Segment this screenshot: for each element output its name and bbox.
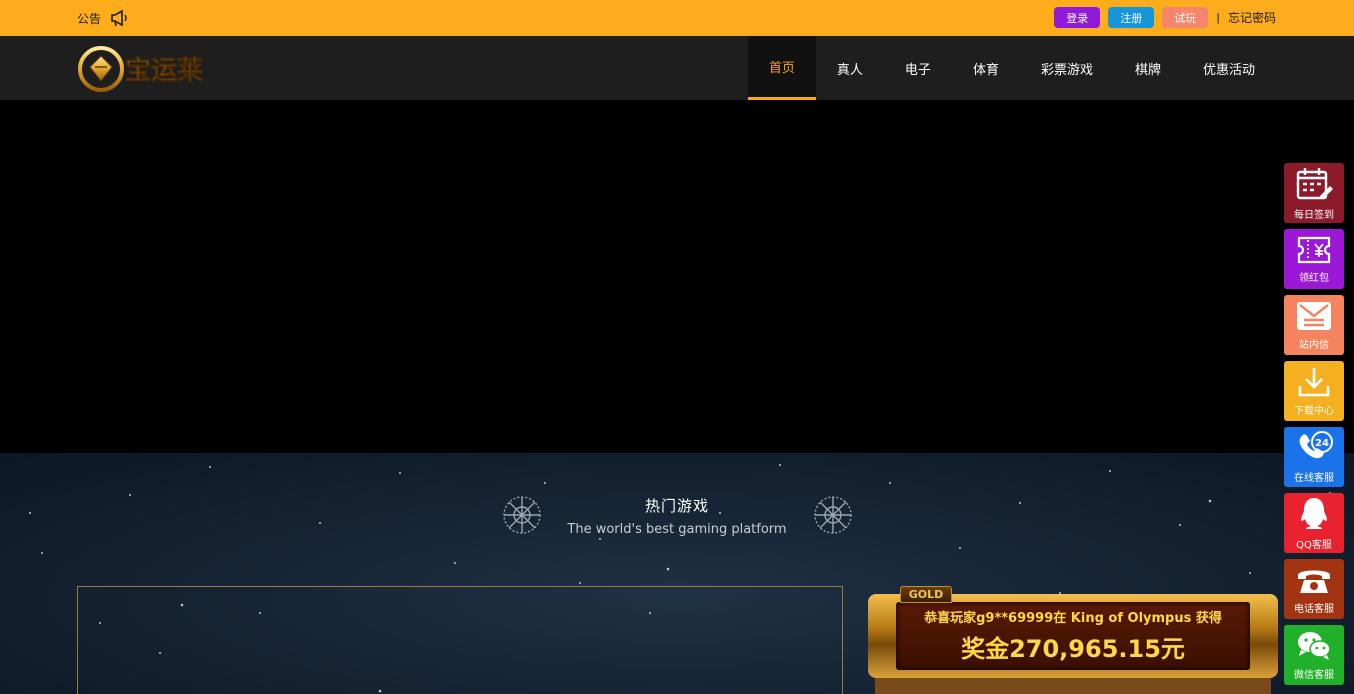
nav-item-home[interactable]: 首页 xyxy=(747,36,816,100)
hero-banner[interactable] xyxy=(0,100,1354,453)
jackpot-base xyxy=(875,678,1271,694)
megaphone-icon xyxy=(109,9,131,27)
featured-game-panel[interactable] xyxy=(77,586,843,694)
sidebar-item-online-service[interactable]: 24 在线客服 xyxy=(1284,427,1344,487)
svg-text:24: 24 xyxy=(1315,438,1329,449)
sidebar-item-label: 站内信 xyxy=(1299,339,1329,351)
sidebar-item-inbox[interactable]: 站内信 xyxy=(1284,295,1344,355)
register-button[interactable]: 注册 xyxy=(1108,7,1155,28)
logo-text: 宝运莱 xyxy=(125,55,203,86)
floating-sidebar: 每日签到 领红包 站内信 下载中心 24 在线客服 QQ客服 电话客服 微信客服 xyxy=(1284,163,1344,691)
top-bar: 公告 登录 注册 试玩 | 忘记密码 xyxy=(0,0,1354,36)
sidebar-item-label: 下载中心 xyxy=(1294,405,1334,417)
message-icon xyxy=(1297,301,1331,330)
section-title: 热门游戏 xyxy=(644,497,709,515)
section-header: 热门游戏 The world's best gaming platform xyxy=(0,495,1354,537)
nav-item-lottery[interactable]: 彩票游戏 xyxy=(1020,36,1114,100)
games-section: 热门游戏 The world's best gaming platform GO… xyxy=(0,453,1354,694)
topbar-actions: 登录 注册 试玩 | 忘记密码 xyxy=(1054,7,1276,28)
jackpot-winner-text: 恭喜玩家g9**69999在 King of Olympus 获得 xyxy=(924,611,1222,626)
sidebar-item-label: 领红包 xyxy=(1299,272,1329,284)
nav-item-cards[interactable]: 棋牌 xyxy=(1114,36,1182,100)
sidebar-item-download[interactable]: 下载中心 xyxy=(1284,361,1344,421)
calendar-icon xyxy=(1296,167,1333,199)
nav-menu: 首页 真人 电子 体育 彩票游戏 棋牌 优惠活动 xyxy=(747,36,1276,100)
nav-item-sports[interactable]: 体育 xyxy=(952,36,1020,100)
notice-label: 公告 xyxy=(77,11,102,26)
sidebar-item-label: 微信客服 xyxy=(1294,669,1334,681)
notice[interactable]: 公告 xyxy=(77,9,131,27)
nav-item-slots[interactable]: 电子 xyxy=(884,36,952,100)
trial-button[interactable]: 试玩 xyxy=(1162,7,1209,28)
main-navbar: 宝运莱 首页 真人 电子 体育 彩票游戏 棋牌 优惠活动 xyxy=(0,36,1354,100)
nav-item-promotions[interactable]: 优惠活动 xyxy=(1182,36,1276,100)
sidebar-item-label: 电话客服 xyxy=(1294,603,1334,615)
telephone-icon xyxy=(1298,570,1330,593)
sidebar-item-label: QQ客服 xyxy=(1296,539,1332,551)
section-subtitle: The world's best gaming platform xyxy=(567,522,787,537)
sidebar-item-label: 在线客服 xyxy=(1294,472,1334,484)
sidebar-item-phone[interactable]: 电话客服 xyxy=(1284,559,1344,619)
wechat-icon xyxy=(1298,631,1331,660)
sidebar-item-checkin[interactable]: 每日签到 xyxy=(1284,163,1344,223)
download-icon xyxy=(1298,367,1330,396)
forgot-password-link[interactable]: 忘记密码 xyxy=(1228,9,1276,26)
login-button[interactable]: 登录 xyxy=(1054,7,1101,28)
sidebar-item-qq[interactable]: QQ客服 xyxy=(1284,493,1344,553)
sidebar-item-label: 每日签到 xyxy=(1294,209,1334,221)
jackpot-panel: GOLD 恭喜玩家g9**69999在 King of Olympus 获得 奖… xyxy=(868,586,1278,694)
sidebar-item-red-packet[interactable]: 领红包 xyxy=(1284,229,1344,289)
qq-icon xyxy=(1301,497,1327,529)
logo[interactable]: 宝运莱 xyxy=(77,43,229,95)
divider: | xyxy=(1216,11,1220,24)
jackpot-tab: GOLD xyxy=(900,586,952,603)
nav-item-live[interactable]: 真人 xyxy=(816,36,884,100)
coupon-icon xyxy=(1297,236,1331,263)
sidebar-item-wechat[interactable]: 微信客服 xyxy=(1284,625,1344,685)
jackpot-amount: 奖金270,965.15元 xyxy=(961,635,1185,663)
phone-24-icon: 24 xyxy=(1299,430,1333,458)
